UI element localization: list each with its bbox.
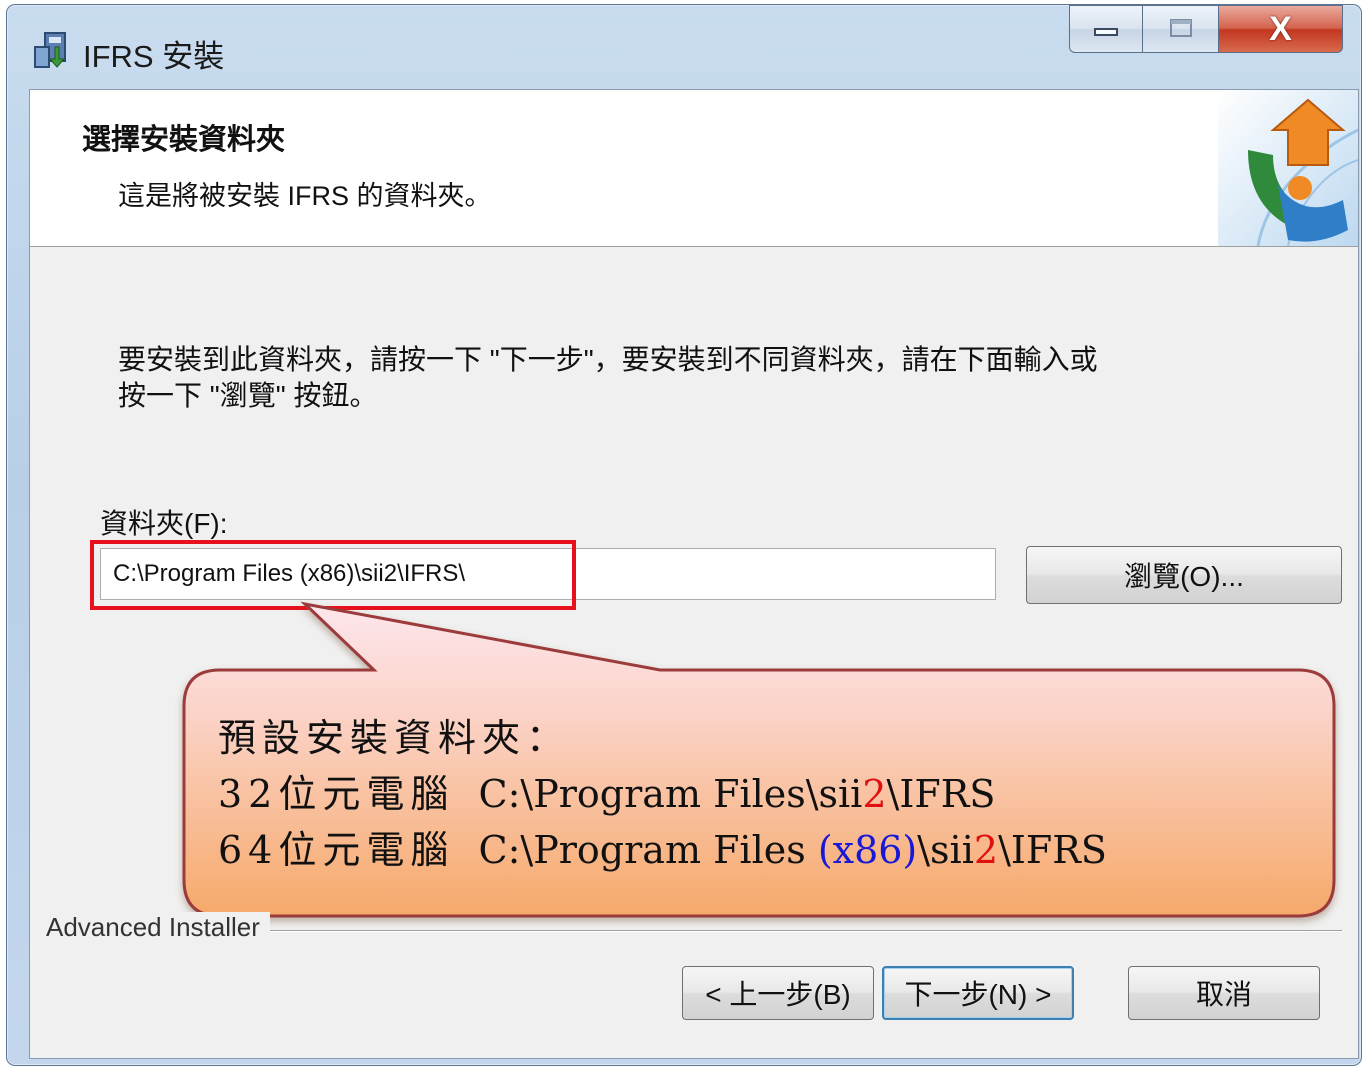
- page-title: 選擇安裝資料夾: [82, 124, 286, 156]
- highlight-box: [90, 540, 576, 610]
- callout-heading: 預設安裝資料夾：: [218, 716, 571, 760]
- maximize-icon: [1169, 19, 1192, 37]
- instruction-line-1: 要安裝到此資料夾，請按一下 "下一步"，要安裝到不同資料夾，請在下面輸入或: [118, 344, 1098, 375]
- callout-64bit-path-highlight: 2: [973, 828, 999, 872]
- folder-label: 資料夾(F):: [100, 508, 228, 539]
- callout-32bit-label: 32位元電腦: [218, 772, 455, 816]
- callout-64bit-path-d: \IFRS: [998, 828, 1107, 872]
- minimize-button[interactable]: [1069, 5, 1143, 53]
- window-title: IFRS 安裝: [83, 39, 225, 74]
- cancel-button[interactable]: 取消: [1128, 966, 1320, 1020]
- callout-64bit-path-a: C:\Program Files: [454, 828, 818, 872]
- dialog-client-area: 選擇安裝資料夾 這是將被安裝 IFRS 的資料夾。 要安裝到此資料夾，請按一下 …: [29, 89, 1359, 1059]
- callout-64bit-path-x86: (x86): [817, 828, 918, 872]
- callout-32bit-path-highlight: 2: [862, 772, 887, 816]
- callout-64bit-path-c: \sii: [917, 828, 974, 872]
- close-button[interactable]: X: [1219, 5, 1343, 53]
- callout-line-32bit: 32位元電腦 C:\Program Files\sii2\IFRS: [218, 766, 1318, 822]
- maximize-button[interactable]: [1143, 5, 1219, 53]
- close-icon: X: [1269, 9, 1292, 48]
- minimize-icon: [1094, 28, 1118, 36]
- header-banner: 選擇安裝資料夾 這是將被安裝 IFRS 的資料夾。: [30, 90, 1358, 247]
- caption-buttons: X: [1069, 5, 1343, 55]
- callout-line-64bit: 64位元電腦 C:\Program Files (x86)\sii2\IFRS: [218, 822, 1318, 878]
- brand-label: Advanced Installer: [46, 912, 270, 943]
- installer-puzzle-logo-icon: [1218, 90, 1358, 246]
- page-subtitle: 這是將被安裝 IFRS 的資料夾。: [118, 181, 492, 211]
- callout-text: 預設安裝資料夾： 32位元電腦 C:\Program Files\sii2\IF…: [218, 710, 1318, 878]
- back-button[interactable]: < 上一步(B): [682, 966, 874, 1020]
- installer-window: IFRS 安裝 X 選擇安裝資料夾 這是將被安裝 IFRS 的資料夾。 要安裝到…: [6, 4, 1362, 1066]
- title-bar[interactable]: IFRS 安裝 X: [7, 5, 1361, 89]
- callout-32bit-path-a: C:\Program Files\sii: [454, 772, 863, 816]
- browse-button[interactable]: 瀏覽(O)...: [1026, 546, 1342, 604]
- callout-64bit-label: 64位元電腦: [218, 828, 455, 872]
- instruction-text: 要安裝到此資料夾，請按一下 "下一步"，要安裝到不同資料夾，請在下面輸入或 按一…: [118, 342, 1278, 414]
- instruction-line-2: 按一下 "瀏覽" 按鈕。: [118, 380, 378, 411]
- installer-app-icon: [34, 32, 66, 68]
- next-button[interactable]: 下一步(N) >: [882, 966, 1074, 1020]
- callout-32bit-path-b: \IFRS: [886, 772, 996, 816]
